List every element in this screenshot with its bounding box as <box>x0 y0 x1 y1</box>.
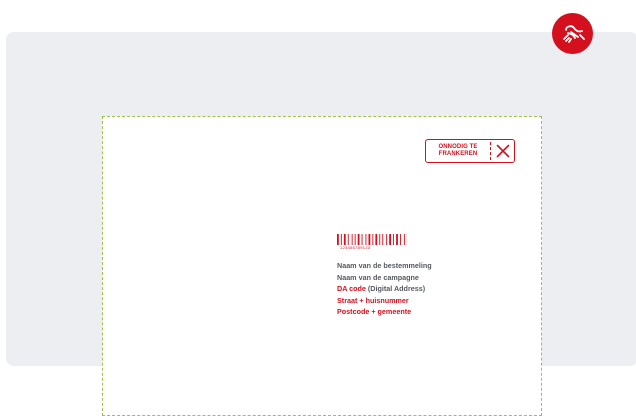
postage-indicator-text: ONNODIG TE FRANKEREN <box>426 144 490 158</box>
bpost-logo-icon <box>552 13 593 54</box>
da-code-note: (Digital Address) <box>368 284 425 293</box>
envelope: ONNODIG TE FRANKEREN 123456789123 Naam v… <box>102 116 542 416</box>
postage-indicator: ONNODIG TE FRANKEREN <box>425 139 515 163</box>
barcode-icon <box>337 234 407 245</box>
postage-line-2: FRANKEREN <box>426 151 490 158</box>
recipient-name: Naam van de bestemmeling <box>337 260 432 272</box>
barcode-block: 123456789123 <box>337 234 407 250</box>
da-code-line: DA code (Digital Address) <box>337 283 432 295</box>
address-block: Naam van de bestemmeling Naam van de cam… <box>337 260 432 318</box>
postage-line-1: ONNODIG TE <box>426 144 490 151</box>
cross-icon <box>491 144 514 158</box>
campaign-name: Naam van de campagne <box>337 272 432 284</box>
da-code-label: DA code <box>337 284 366 293</box>
postcode-line: Postcode + gemeente <box>337 306 432 318</box>
barcode-number: 123456789123 <box>337 245 407 250</box>
street-line: Straat + huisnummer <box>337 295 432 307</box>
post-horn-icon <box>560 21 586 47</box>
